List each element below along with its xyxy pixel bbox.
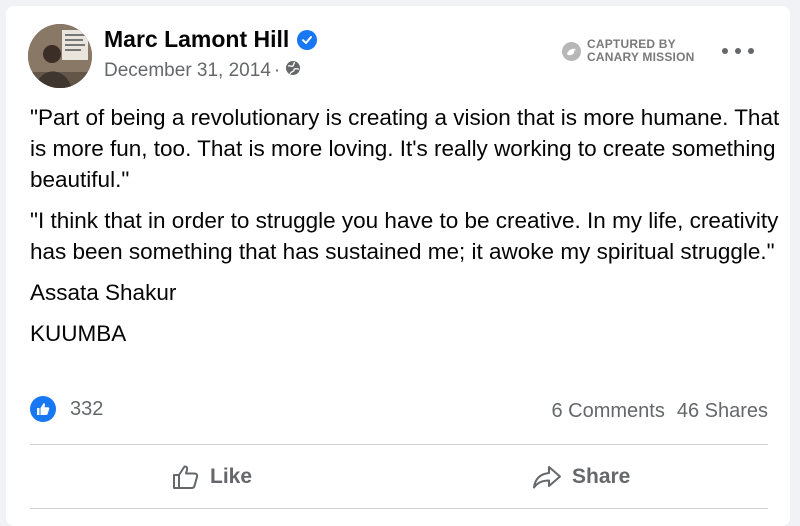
shares-count-link[interactable]: 46 Shares	[677, 400, 768, 423]
post-paragraph: KUUMBA	[30, 321, 127, 346]
reaction-count: 332	[70, 397, 104, 420]
post-paragraph: "I think that in order to struggle you h…	[30, 208, 779, 264]
thumbs-up-icon	[30, 396, 56, 422]
divider-top	[30, 444, 768, 445]
post-card: Marc Lamont Hill December 31, 2014 · CAP…	[6, 6, 790, 526]
post-body: "Part of being a revolutionary is creati…	[30, 102, 780, 359]
share-label: Share	[572, 465, 631, 488]
reaction-summary[interactable]: 332	[30, 396, 103, 422]
engagement-stats: 6 Comments 46 Shares	[551, 400, 768, 423]
globe-icon[interactable]	[285, 60, 301, 82]
avatar[interactable]	[28, 24, 92, 88]
meta-separator: ·	[273, 60, 281, 81]
thumbs-up-outline-icon	[173, 465, 199, 489]
post-paragraph: "Part of being a revolutionary is creati…	[30, 105, 780, 192]
share-button[interactable]: Share	[532, 464, 630, 490]
captured-line-2: CANARY MISSION	[587, 50, 695, 64]
captured-watermark: CAPTURED BY CANARY MISSION	[562, 38, 694, 64]
canary-mission-icon	[562, 41, 581, 61]
comments-count-link[interactable]: 6 Comments	[551, 400, 664, 423]
verified-badge-icon	[297, 29, 318, 50]
like-label: Like	[210, 465, 253, 488]
avatar-image	[28, 24, 92, 88]
author-name[interactable]: Marc Lamont Hill	[104, 26, 289, 53]
like-button[interactable]: Like	[172, 464, 252, 490]
post-paragraph: Assata Shakur	[30, 280, 177, 305]
share-arrow-icon	[533, 466, 561, 489]
divider-bottom	[30, 508, 768, 509]
post-date[interactable]: December 31, 2014	[104, 60, 271, 82]
post-meta: December 31, 2014 ·	[104, 60, 301, 82]
author-row: Marc Lamont Hill	[104, 26, 318, 53]
more-options-icon[interactable]	[722, 39, 754, 63]
